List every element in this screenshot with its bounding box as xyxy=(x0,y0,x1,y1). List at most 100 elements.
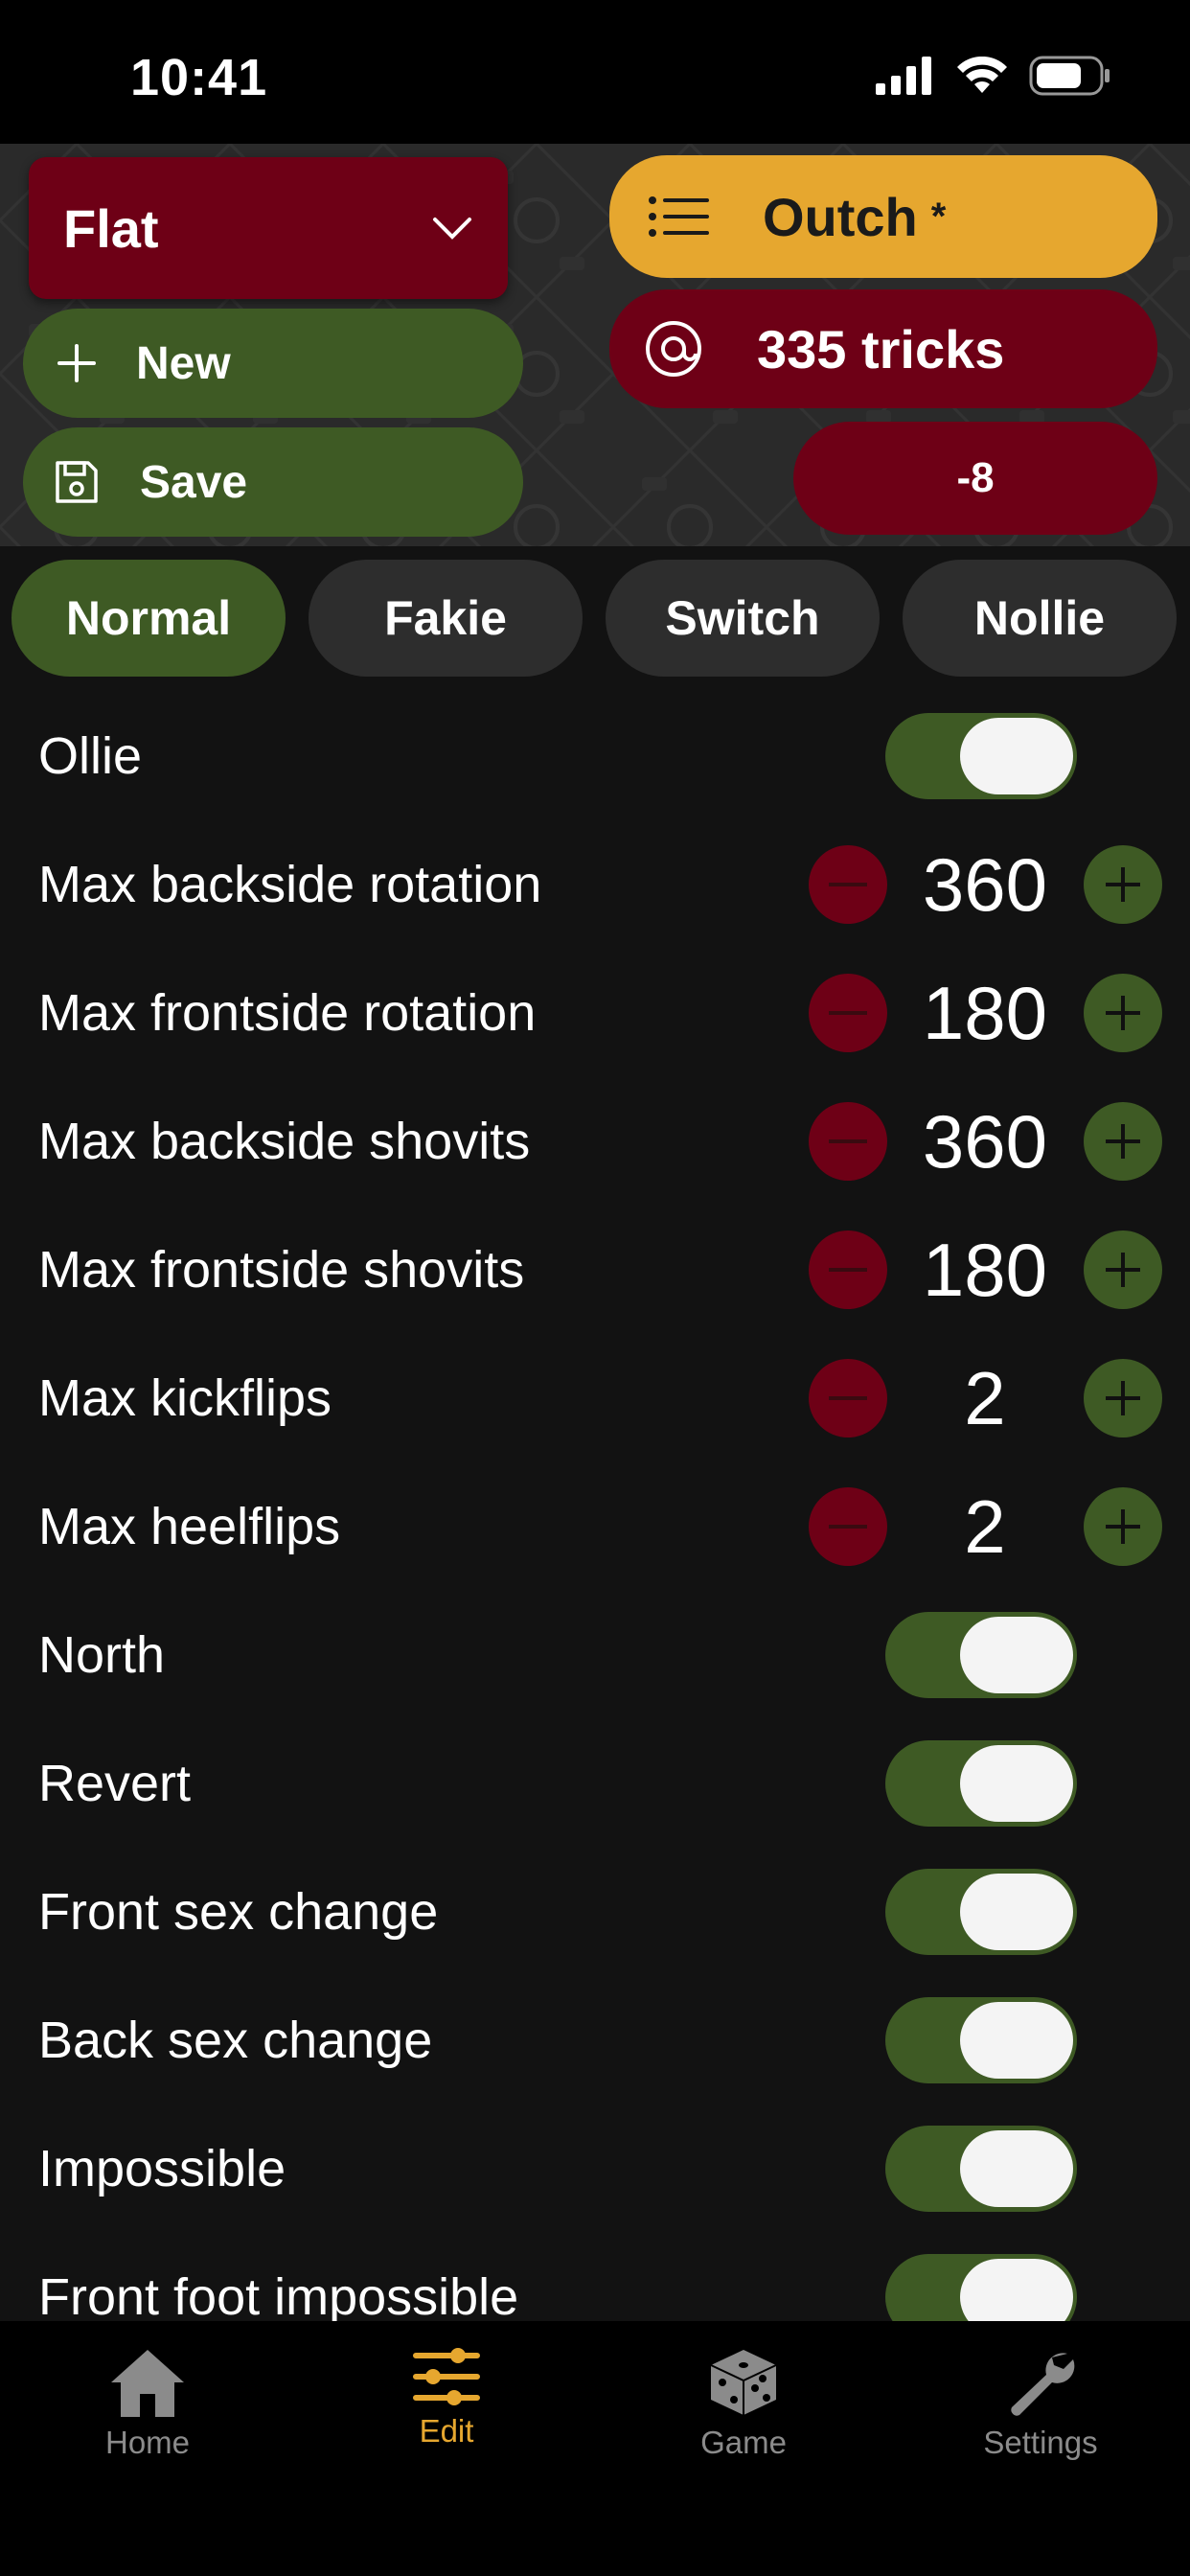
wifi-icon xyxy=(957,57,1007,93)
decrement-button[interactable] xyxy=(809,1230,887,1309)
toggle-knob xyxy=(960,2130,1073,2207)
tricks-count-button[interactable]: 335 tricks xyxy=(609,289,1157,408)
setting-row-ollie: Ollie xyxy=(0,692,1190,820)
tabbar-game[interactable]: Game xyxy=(619,2346,868,2461)
setting-label: Max backside shovits xyxy=(38,1113,531,1170)
increment-button[interactable] xyxy=(1084,1487,1162,1566)
outch-button[interactable]: Outch * xyxy=(609,155,1157,278)
status-icons xyxy=(876,56,1111,96)
increment-button[interactable] xyxy=(1084,1230,1162,1309)
dice-icon xyxy=(710,2350,777,2415)
increment-button[interactable] xyxy=(1084,1102,1162,1181)
tricks-count-label: 335 tricks xyxy=(757,318,1005,380)
decrement-button[interactable] xyxy=(809,1102,887,1181)
toggle-knob xyxy=(960,1617,1073,1693)
tabbar-game-label: Game xyxy=(700,2425,787,2460)
tabbar-settings[interactable]: Settings xyxy=(916,2346,1165,2461)
save-button-label: Save xyxy=(140,456,248,508)
decrement-button[interactable] xyxy=(809,1359,887,1438)
plus-icon xyxy=(1106,1381,1140,1415)
chevron-down-icon xyxy=(433,218,471,240)
impossible-toggle[interactable] xyxy=(885,2126,1077,2212)
setting-label: Front sex change xyxy=(38,1883,439,1941)
ollie-toggle[interactable] xyxy=(885,713,1077,799)
decrement-button[interactable] xyxy=(809,974,887,1052)
tab-switch[interactable]: Switch xyxy=(606,560,880,677)
plus-icon xyxy=(1106,996,1140,1030)
front-foot-impossible-toggle[interactable] xyxy=(885,2254,1077,2321)
tab-nollie[interactable]: Nollie xyxy=(903,560,1177,677)
increment-button[interactable] xyxy=(1084,974,1162,1052)
minus-icon xyxy=(829,1525,867,1529)
front-sex-change-toggle[interactable] xyxy=(885,1869,1077,1955)
setting-row-front-foot-impossible: Front foot impossible xyxy=(0,2233,1190,2321)
minus-icon xyxy=(829,1011,867,1015)
setting-row-front-sex-change: Front sex change xyxy=(0,1848,1190,1976)
setting-label: Max kickflips xyxy=(38,1369,332,1427)
tabbar-home-label: Home xyxy=(104,2425,191,2460)
toggle-knob xyxy=(960,718,1073,794)
increment-button[interactable] xyxy=(1084,1359,1162,1438)
revert-toggle[interactable] xyxy=(885,1740,1077,1827)
toggle-knob xyxy=(960,2002,1073,2079)
plus-icon xyxy=(1106,1253,1140,1287)
header: Flat New Save Outch * 335 tricks -8 xyxy=(0,144,1190,546)
stance-tabs: Normal Fakie Switch Nollie xyxy=(11,560,1180,677)
status-time: 10:41 xyxy=(130,49,268,106)
plus-icon xyxy=(1106,867,1140,902)
plus-icon xyxy=(57,344,96,382)
minus-icon xyxy=(829,1139,867,1143)
decrement-button[interactable] xyxy=(809,1487,887,1566)
minus-icon xyxy=(829,1268,867,1272)
setting-row-max-backside-rotation: Max backside rotation 360 xyxy=(0,820,1190,949)
tabbar-settings-label: Settings xyxy=(983,2425,1098,2460)
setting-label: Max frontside shovits xyxy=(38,1241,525,1299)
wrench-icon xyxy=(1011,2353,1075,2416)
setting-label: North xyxy=(38,1626,166,1684)
setting-row-max-frontside-rotation: Max frontside rotation 180 xyxy=(0,949,1190,1077)
minus-icon xyxy=(829,883,867,886)
save-button[interactable]: Save xyxy=(23,427,523,537)
setting-row-max-backside-shovits: Max backside shovits 360 xyxy=(0,1077,1190,1206)
setting-row-revert: Revert xyxy=(0,1719,1190,1848)
new-button[interactable]: New xyxy=(23,309,523,418)
plus-icon xyxy=(1106,1509,1140,1544)
profile-select[interactable]: Flat xyxy=(29,157,508,299)
setting-label: Back sex change xyxy=(38,2012,433,2069)
stepper-value: 2 xyxy=(964,1355,1006,1440)
stepper-value: 180 xyxy=(922,970,1048,1055)
tab-normal[interactable]: Normal xyxy=(11,560,286,677)
increment-button[interactable] xyxy=(1084,845,1162,924)
setting-label: Ollie xyxy=(38,727,143,785)
battery-icon xyxy=(1029,56,1110,96)
floppy-disk-icon xyxy=(56,461,98,503)
list-icon xyxy=(649,196,709,237)
sliders-icon xyxy=(413,2348,480,2405)
bottom-tab-bar: Home Edit Game Settings xyxy=(0,2321,1190,2576)
toggle-knob xyxy=(960,1745,1073,1822)
tabbar-home[interactable]: Home xyxy=(23,2346,272,2461)
back-sex-change-toggle[interactable] xyxy=(885,1997,1077,2083)
setting-label: Revert xyxy=(38,1755,192,1812)
stepper-value: 360 xyxy=(922,841,1048,927)
setting-label: Max backside rotation xyxy=(38,856,542,913)
profile-select-value: Flat xyxy=(63,197,159,259)
plus-icon xyxy=(1106,1124,1140,1159)
toggle-knob xyxy=(960,2259,1073,2321)
north-toggle[interactable] xyxy=(885,1612,1077,1698)
setting-label: Max frontside rotation xyxy=(38,984,537,1042)
stepper-value: 360 xyxy=(922,1098,1048,1184)
decrement-button[interactable] xyxy=(809,845,887,924)
tabbar-edit[interactable]: Edit xyxy=(322,2346,571,2450)
tab-fakie[interactable]: Fakie xyxy=(309,560,583,677)
toggle-knob xyxy=(960,1874,1073,1950)
setting-row-max-frontside-shovits: Max frontside shovits 180 xyxy=(0,1206,1190,1334)
setting-row-max-heelflips: Max heelflips 2 xyxy=(0,1462,1190,1591)
status-bar: 10:41 xyxy=(0,0,1190,144)
score-button[interactable]: -8 xyxy=(793,422,1157,535)
outch-button-label: Outch xyxy=(763,186,918,247)
setting-row-impossible: Impossible xyxy=(0,2104,1190,2233)
setting-row-back-sex-change: Back sex change xyxy=(0,1976,1190,2104)
score-value: -8 xyxy=(956,454,995,501)
setting-label: Max heelflips xyxy=(38,1498,341,1555)
